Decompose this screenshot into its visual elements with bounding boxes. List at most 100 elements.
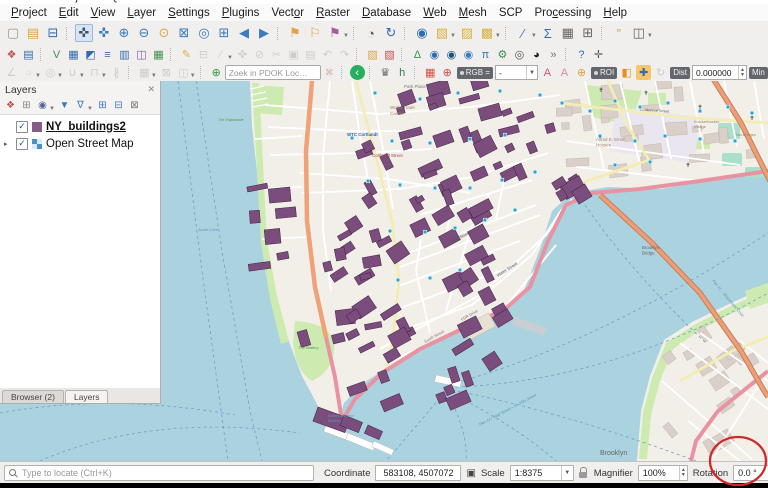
field-calculator-icon[interactable]: ⊞ xyxy=(579,24,597,42)
identify-features-icon[interactable]: ◉ xyxy=(413,24,431,42)
diagram-icon[interactable]: ▧ xyxy=(382,47,397,62)
scp-dist-input[interactable]: 0.000000▲▼ xyxy=(692,65,747,80)
layer-item-ny-buildings2[interactable]: ✓ NY_buildings2 xyxy=(0,118,160,135)
attribute-table-icon[interactable]: ▦ xyxy=(559,24,577,42)
layer-name[interactable]: Open Street Map xyxy=(46,138,134,150)
collapse-all-icon[interactable]: ⊟ xyxy=(111,98,126,113)
select-by-value-icon[interactable]: ▨ xyxy=(458,24,476,42)
scp-zoom-plus-icon[interactable]: ⊕ xyxy=(574,65,589,80)
zoom-last-icon[interactable]: ◀ xyxy=(235,24,253,42)
menu-layer[interactable]: Layer xyxy=(121,6,162,20)
scp-bandset-icon[interactable]: ▦ xyxy=(423,65,438,80)
add-delimited-text-icon[interactable]: ≡ xyxy=(100,47,115,62)
dropdown-arrow-icon[interactable]: ▼ xyxy=(531,33,537,39)
manage-map-themes-icon[interactable]: ◉ xyxy=(35,98,50,113)
dropdown-arrow-icon[interactable]: ▼ xyxy=(450,33,456,39)
new-bookmark-icon[interactable]: ⚑ xyxy=(286,24,304,42)
dropdown-arrow-icon[interactable]: ▼ xyxy=(87,106,93,112)
open-project-icon[interactable]: ▤ xyxy=(24,24,42,42)
dropdown-arrow-icon[interactable]: ▼ xyxy=(495,33,501,39)
labeling-icon[interactable]: ▧ xyxy=(365,47,380,62)
spinner-arrows-icon[interactable]: ▲▼ xyxy=(679,466,687,480)
scp-roi-add-icon[interactable]: ✚ xyxy=(636,65,651,80)
filter-by-expression-icon[interactable]: ∇ xyxy=(73,98,88,113)
menu-help[interactable]: Help xyxy=(597,6,633,20)
map-tips-icon[interactable]: ” xyxy=(610,24,628,42)
open-layer-styling-icon[interactable]: ❖ xyxy=(3,98,18,113)
menu-edit[interactable]: Edit xyxy=(53,6,85,20)
scp-rgb-combo[interactable]: -▼ xyxy=(495,65,538,80)
zoom-full-icon[interactable]: ⊠ xyxy=(175,24,193,42)
bookmark-manager-icon[interactable]: ⚑ xyxy=(326,24,344,42)
layer-visibility-checkbox[interactable]: ✓ xyxy=(16,121,28,133)
menu-project[interactable]: Project xyxy=(5,6,53,20)
menu-database[interactable]: Database xyxy=(356,6,417,20)
zoom-next-icon[interactable]: ▶ xyxy=(255,24,273,42)
menu-vector[interactable]: Vector xyxy=(265,6,310,20)
expand-all-icon[interactable]: ⊞ xyxy=(95,98,110,113)
show-bookmarks-icon[interactable]: ⚐ xyxy=(306,24,324,42)
rotation-spinbox[interactable]: 0.0 ° ▲▼ xyxy=(733,465,768,481)
emblem-crest-icon[interactable]: ♛ xyxy=(378,65,393,80)
dropdown-arrow-icon[interactable]: ▼ xyxy=(561,466,573,480)
menu-processing[interactable]: Processing xyxy=(528,6,597,20)
layer-item-open-street-map[interactable]: ▸ ✓ Open Street Map xyxy=(0,135,160,152)
menu-settings[interactable]: Settings xyxy=(162,6,216,20)
deselect-features-icon[interactable]: ▩ xyxy=(478,24,496,42)
menu-raster[interactable]: Raster xyxy=(310,6,356,20)
add-raster-layer-icon[interactable]: ▦ xyxy=(66,47,81,62)
add-wms-layer-icon[interactable]: ◫ xyxy=(134,47,149,62)
hub-plugin-icon[interactable]: h xyxy=(395,65,410,80)
statistics-icon[interactable]: Σ xyxy=(539,24,557,42)
share-plugin-icon[interactable]: ‹ xyxy=(350,65,365,80)
lock-scale-icon[interactable] xyxy=(579,467,589,479)
save-project-icon[interactable]: ⊟ xyxy=(44,24,62,42)
panel-close-icon[interactable]: ✕ xyxy=(147,84,155,95)
web-service-globe-icon[interactable]: ◉ xyxy=(444,47,459,62)
dropdown-arrow-icon[interactable]: ▼ xyxy=(49,106,55,112)
python-console-icon[interactable]: π xyxy=(478,47,493,62)
pan-to-selection-icon[interactable]: ✜ xyxy=(95,24,113,42)
select-features-icon[interactable]: ▧ xyxy=(433,24,451,42)
data-source-manager-icon[interactable]: ▤ xyxy=(21,47,36,62)
locator-search-input[interactable]: Type to locate (Ctrl+K) xyxy=(4,465,314,481)
plugin-gear-icon[interactable]: ⚙ xyxy=(495,47,510,62)
toggle-editing-icon[interactable]: ✎ xyxy=(179,47,194,62)
add-group-icon[interactable]: ⊞ xyxy=(19,98,34,113)
remove-layer-icon[interactable]: ⊠ xyxy=(127,98,142,113)
metasearch-globe-icon[interactable]: ◉ xyxy=(427,47,442,62)
expand-arrow-icon[interactable]: ▸ xyxy=(4,140,8,148)
filter-legend-icon[interactable]: ▼ xyxy=(57,98,72,113)
scp-roi-create-icon[interactable]: ◧ xyxy=(619,65,634,80)
add-vector-layer-icon[interactable]: V xyxy=(49,47,64,62)
menu-view[interactable]: View xyxy=(85,6,122,20)
layer-name[interactable]: NY_buildings2 xyxy=(46,121,126,133)
whats-this-help-icon[interactable]: ? xyxy=(574,47,589,62)
new-project-icon[interactable]: ▢ xyxy=(4,24,22,42)
add-xyz-layer-icon[interactable]: ▦ xyxy=(151,47,166,62)
pdok-search-input[interactable]: Zoek in PDOK Loc… xyxy=(225,65,321,80)
magnifier-spinbox[interactable]: 100% ▲▼ xyxy=(638,465,688,481)
dropdown-arrow-icon[interactable]: ▼ xyxy=(647,33,653,39)
style-manager-icon[interactable]: ❖ xyxy=(4,47,19,62)
scale-combo[interactable]: 1:8375 ▼ xyxy=(510,465,574,481)
zoom-native-icon[interactable]: ⊙ xyxy=(155,24,173,42)
scp-roi-pointer-b-icon[interactable]: A xyxy=(557,65,572,80)
refresh-map-icon[interactable]: ↻ xyxy=(382,24,400,42)
extents-icon[interactable]: ▣ xyxy=(466,468,475,479)
layer-visibility-checkbox[interactable]: ✓ xyxy=(16,138,28,150)
dropdown-arrow-icon[interactable]: ▼ xyxy=(343,33,349,39)
menu-plugins[interactable]: Plugins xyxy=(216,6,266,20)
crosshair-tool-icon[interactable]: ✛ xyxy=(591,47,606,62)
toolbar-overflow-icon[interactable]: » xyxy=(546,47,561,62)
temporal-controller-icon[interactable]: ◔ xyxy=(362,24,380,42)
tab-layers[interactable]: Layers xyxy=(65,390,109,403)
zoom-to-selection-icon[interactable]: ◎ xyxy=(195,24,213,42)
geometry-checker-icon[interactable]: Δ xyxy=(410,47,425,62)
geo-globe-icon[interactable]: ◉ xyxy=(461,47,476,62)
menu-web[interactable]: Web xyxy=(417,6,452,20)
add-mesh-layer-icon[interactable]: ◩ xyxy=(83,47,98,62)
menu-mesh[interactable]: Mesh xyxy=(453,6,493,20)
new-map-view-icon[interactable]: ◫ xyxy=(630,24,648,42)
scp-roi-pointer-a-icon[interactable]: A xyxy=(540,65,555,80)
